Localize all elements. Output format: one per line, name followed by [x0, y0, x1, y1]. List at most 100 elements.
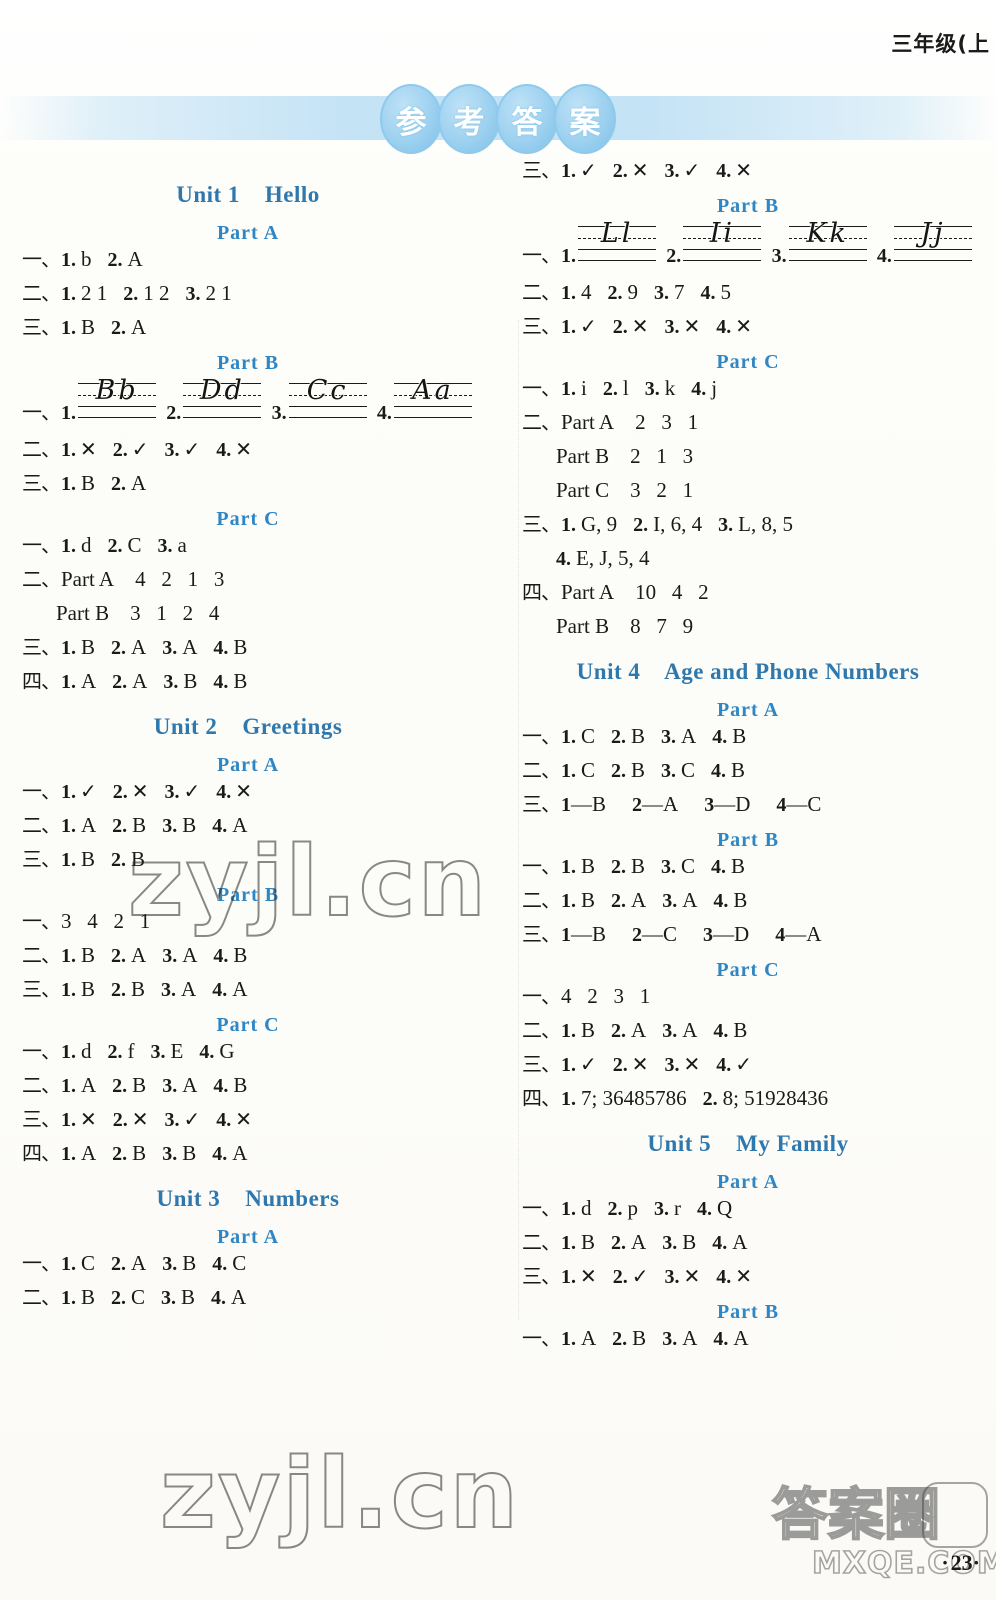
question-number: 3.	[662, 890, 678, 912]
answer-value: A	[131, 635, 147, 659]
answer-sequence: 2 1 3	[630, 444, 694, 468]
question-number: 3.	[662, 1020, 678, 1042]
answer-row: 三、 1. ✓ 2. ✕ 3. ✕ 4. ✓	[522, 1054, 974, 1075]
answer-row: 三、 1. ✕ 2. ✓ 3. ✕ 4. ✕	[522, 1266, 974, 1287]
part-heading: Part C	[716, 351, 780, 373]
answer-value: A	[631, 1018, 647, 1042]
answer-value: A	[182, 635, 198, 659]
question-number: 2.	[111, 637, 127, 659]
answer-value: C	[581, 758, 596, 782]
handwriting-ruled-box: Ll	[578, 218, 657, 262]
answer-value: ✓	[735, 1052, 753, 1076]
section-number: 三、	[22, 977, 61, 1001]
question-number: 2.	[611, 760, 627, 782]
answer-row: 一、 1. B 2. B 3. C 4. B	[522, 856, 974, 878]
answer-value: ✕	[683, 314, 701, 338]
answer-row: 三、 1. B 2. A	[22, 473, 474, 495]
section-number: 一、	[22, 247, 61, 271]
running-head: 三年级(上	[891, 32, 990, 56]
section-number: 三、	[522, 922, 561, 946]
answer-value: B	[182, 1251, 197, 1275]
section-number: 二、	[522, 758, 561, 782]
answer-value: ✓	[183, 779, 201, 803]
answer-row: 四、 1. 7; 36485786 2. 8; 51928436	[522, 1086, 974, 1110]
page-number-dot-left: ·	[941, 1550, 951, 1575]
answer-value: 8; 51928436	[722, 1086, 829, 1110]
rule-line-4	[578, 260, 657, 261]
question-number: 2.	[111, 1287, 127, 1309]
answer-row: 二、 1. B 2. C 3. B 4. A	[22, 1285, 474, 1309]
answer-row: 三、 1. G, 9 2. I, 6, 4 3. L, 8, 5	[522, 514, 974, 536]
question-number: 2.	[112, 439, 128, 461]
section-number: 二、	[22, 1285, 61, 1309]
answer-value: G	[219, 1039, 235, 1063]
page-number-value: 23	[950, 1550, 973, 1575]
part-heading: Part B	[216, 352, 280, 374]
answer-value: B	[81, 1285, 96, 1309]
question-number: 1.	[61, 283, 76, 305]
section-number: 二、	[522, 1230, 561, 1254]
answer-value: B	[632, 1326, 647, 1350]
section-number: 一、	[522, 1326, 561, 1350]
question-number: 4.	[216, 1109, 232, 1131]
question-number: 3	[704, 794, 715, 816]
answer-value: B	[581, 888, 596, 912]
part-label: Part B	[56, 601, 110, 625]
title-char-2: 考	[438, 84, 500, 154]
section-number: 一、	[22, 400, 61, 424]
answer-row: 一、 1. i 2. l 3. k 4. j	[522, 378, 974, 400]
question-number: 1.	[61, 402, 76, 424]
handwriting-ruled-box: Cc	[288, 375, 367, 419]
answer-value: A	[682, 1326, 698, 1350]
answer-value: A	[631, 1230, 647, 1254]
rule-line-4	[683, 260, 762, 261]
question-number: 3.	[162, 815, 178, 837]
answer-value: A	[131, 1251, 147, 1275]
answer-value: —D	[714, 792, 751, 816]
part-label: Part B	[556, 614, 610, 638]
handwriting-letter-pair: Ll	[600, 218, 634, 249]
question-number: 4.	[213, 1075, 229, 1097]
answer-row: 一、 1. d 2. p 3. r 4. Q	[522, 1196, 974, 1220]
question-number: 1.	[561, 282, 576, 304]
answer-value: B	[631, 758, 646, 782]
question-number: 1.	[61, 671, 76, 693]
question-number: 4	[775, 924, 786, 946]
question-number: 2.	[611, 1020, 627, 1042]
answer-value: ✕	[683, 1264, 701, 1288]
answer-value: A	[231, 1285, 247, 1309]
answer-row: 一、 1. A 2. B 3. A 4. A	[522, 1326, 974, 1350]
section-number: 三、	[22, 635, 61, 659]
answer-row: 四、 1. A 2. A 3. B 4. B	[22, 671, 474, 693]
handwriting-letter-pair: Cc	[306, 375, 349, 406]
question-number: 2.	[612, 1266, 628, 1288]
question-number: 3.	[664, 316, 680, 338]
part-answer-row: Part B 2 1 3	[522, 446, 974, 467]
question-number: 1.	[561, 1266, 576, 1288]
question-number: 1.	[561, 1088, 576, 1110]
section-number: 二、	[522, 280, 561, 304]
question-number: 1.	[61, 945, 76, 967]
rule-line-4	[788, 260, 867, 261]
question-number: 3.	[162, 1075, 178, 1097]
question-number: 2.	[107, 535, 123, 557]
answer-value: ✕	[80, 437, 97, 461]
answer-value: —A	[642, 792, 679, 816]
answer-row: 一、 1. ✓ 2. ✕ 3. ✓ 4. ✕	[22, 781, 474, 802]
handwriting-ruled-box: Jj	[893, 219, 973, 262]
question-number: 3.	[661, 856, 677, 878]
sequence-answer-row: 一、 3 4 2 1	[22, 911, 474, 932]
question-number: 3.	[150, 1041, 166, 1063]
question-number: 1.	[561, 1328, 576, 1350]
question-number: 1.	[61, 637, 76, 659]
question-number: 1	[561, 794, 571, 816]
section-number: 一、	[22, 779, 61, 803]
section-number: 二、	[522, 888, 561, 912]
question-number: 1.	[561, 160, 576, 182]
question-number: 1.	[61, 1075, 76, 1097]
answer-value: Q	[717, 1196, 733, 1220]
answer-row: 三、 1. B 2. B 3. A 4. A	[22, 977, 474, 1001]
question-number: 4.	[212, 979, 228, 1001]
answer-value: C	[681, 758, 696, 782]
question-number: 4.	[716, 1266, 732, 1288]
